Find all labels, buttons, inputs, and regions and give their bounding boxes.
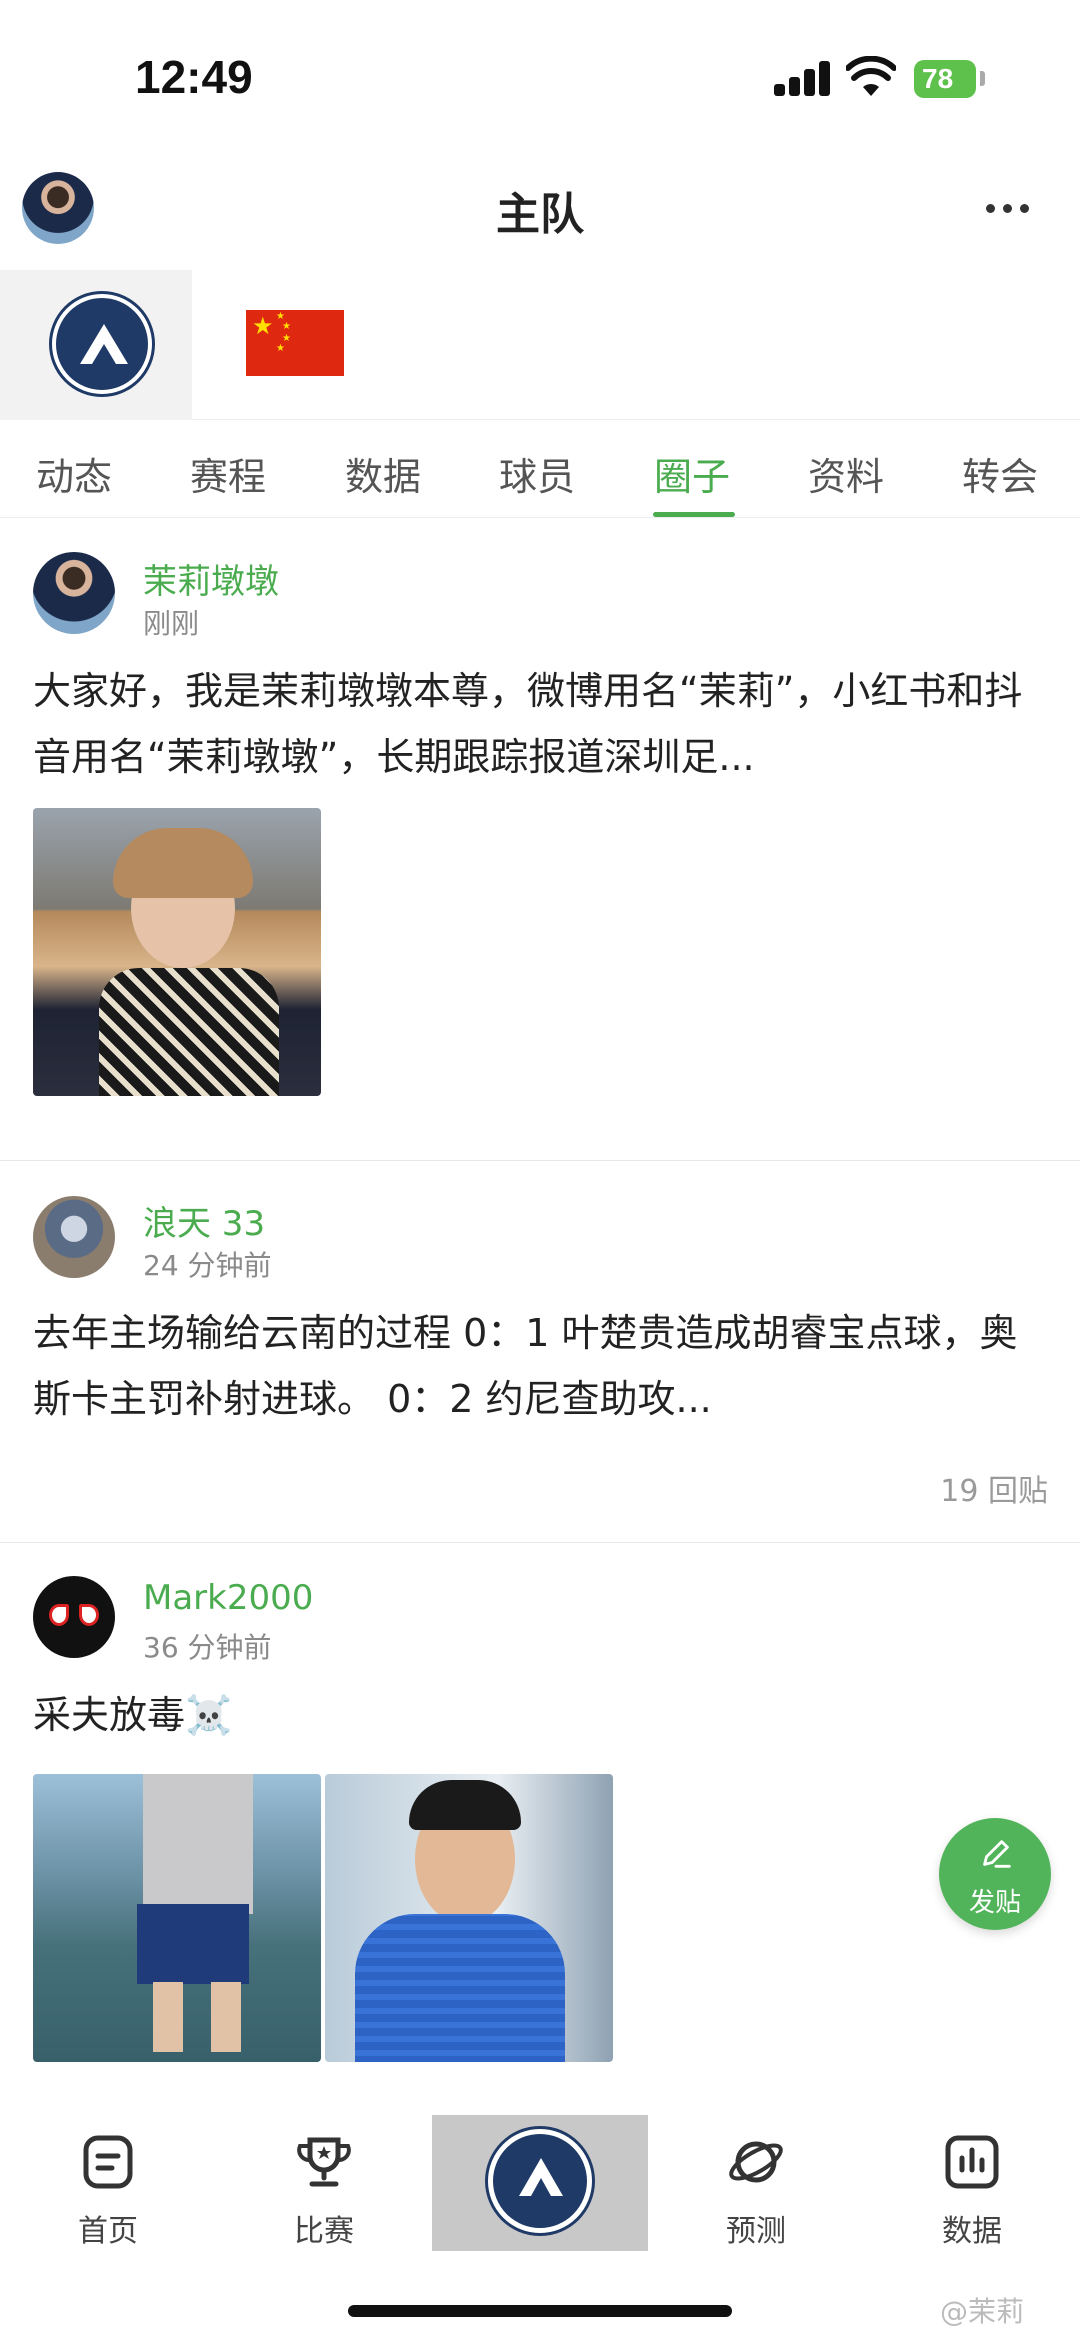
club-logo — [52, 294, 152, 394]
pencil-icon — [983, 1840, 1011, 1868]
battery-icon: 78 — [914, 60, 976, 98]
watermark: @茉莉 — [940, 2295, 1025, 2328]
wifi-icon — [846, 56, 896, 96]
post-time: 刚刚 — [143, 607, 200, 640]
tab-zhuanhui[interactable]: 转会 — [962, 446, 1038, 501]
post-photo[interactable] — [33, 1774, 321, 2062]
home-icon — [83, 2135, 133, 2189]
battery-cap — [980, 71, 985, 86]
post-card[interactable]: 浪天 33 24 分钟前 去年主场输给云南的过程 0：1 叶楚贵造成胡睿宝点球，… — [0, 1160, 1080, 1540]
planet-icon — [729, 2141, 783, 2183]
post-photo[interactable] — [325, 1774, 613, 2062]
club-logo — [488, 2129, 592, 2233]
new-post-label: 发贴 — [968, 1888, 1021, 1918]
active-tab-indicator — [653, 512, 735, 517]
avatar[interactable] — [33, 1196, 115, 1278]
post-text[interactable]: 大家好，我是茉莉墩墩本尊，微博用名“茉莉”，小红书和抖音用名“茉莉墩墩”，长期跟… — [33, 658, 1053, 790]
post-text[interactable]: 去年主场输给云南的过程 0：1 叶楚贵造成胡睿宝点球，奥斯卡主罚补射进球。 0：… — [33, 1300, 1053, 1432]
post-time: 24 分钟前 — [143, 1249, 272, 1282]
home-indicator[interactable] — [348, 2305, 732, 2317]
tab-qiuyuan[interactable]: 球员 — [499, 446, 575, 501]
post-photo[interactable] — [33, 808, 321, 1096]
tab-saicheng[interactable]: 赛程 — [190, 446, 266, 501]
tab-shuju[interactable]: 数据 — [345, 446, 421, 501]
post-card[interactable]: Mark2000 36 分钟前 采夫放毒☠️ — [0, 1542, 1080, 2082]
nav-data-label: 数据 — [942, 2214, 1002, 2249]
club-tile[interactable] — [0, 270, 192, 420]
signal-icon — [774, 60, 832, 96]
post-author[interactable]: 浪天 33 — [143, 1196, 265, 1245]
nav-home[interactable]: 首页 — [33, 2130, 183, 2250]
battery-level: 78 — [922, 63, 954, 94]
post-author[interactable]: Mark2000 — [143, 1578, 313, 1618]
avatar[interactable] — [33, 1576, 115, 1658]
china-flag-icon[interactable]: ★ ★ ★ ★ ★ — [246, 310, 344, 376]
nav-match[interactable]: 比赛 — [249, 2130, 399, 2250]
avatar[interactable] — [33, 552, 115, 634]
status-bar: 12:49 78 — [0, 0, 1080, 150]
post-author[interactable]: 茉莉墩墩 — [143, 554, 279, 603]
page-title: 主队 — [496, 189, 584, 240]
new-post-button[interactable]: 发贴 — [939, 1818, 1051, 1930]
status-time: 12:49 — [135, 51, 253, 103]
tab-ziliao[interactable]: 资料 — [808, 446, 884, 501]
post-text[interactable]: 采夫放毒☠️ — [33, 1682, 1053, 1748]
team-selector-row: ★ ★ ★ ★ ★ — [0, 270, 1080, 420]
nav-predict[interactable]: 预测 — [681, 2130, 831, 2250]
post-time: 36 分钟前 — [143, 1631, 272, 1664]
nav-club-home[interactable] — [432, 2115, 648, 2251]
post-card[interactable]: 茉莉墩墩 刚刚 大家好，我是茉莉墩墩本尊，微博用名“茉莉”，小红书和抖音用名“茉… — [0, 518, 1080, 1158]
nav-home-label: 首页 — [78, 2214, 138, 2249]
tab-bar: 动态 赛程 数据 球员 圈子 资料 转会 — [0, 420, 1080, 518]
trophy-icon — [297, 2137, 351, 2187]
nav-match-label: 比赛 — [294, 2214, 354, 2249]
tab-quanzi[interactable]: 圈子 — [654, 446, 730, 501]
bar-chart-icon — [945, 2135, 999, 2189]
header: 主队 — [0, 160, 1080, 270]
reply-count: 19 回贴 — [940, 1474, 1048, 1509]
nav-predict-label: 预测 — [726, 2214, 786, 2249]
more-options-icon[interactable] — [986, 204, 1030, 214]
tab-dongtai[interactable]: 动态 — [36, 446, 112, 501]
nav-data[interactable]: 数据 — [897, 2130, 1047, 2250]
